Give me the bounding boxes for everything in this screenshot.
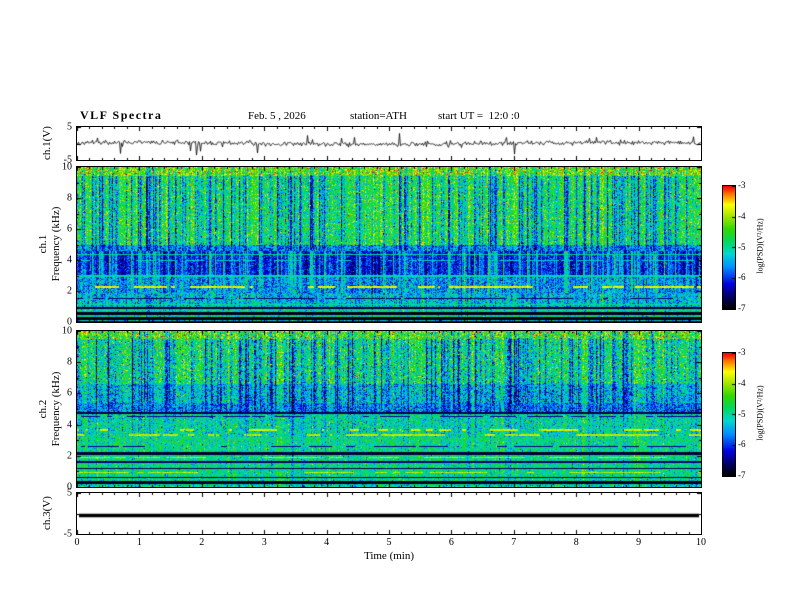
colorbar-ch1-canvas	[723, 186, 735, 309]
colorbar-tick-label: -7	[738, 303, 746, 313]
y-tick-label: 5	[67, 121, 72, 133]
x-tick-label: 4	[324, 537, 330, 548]
y-tick-label: 4	[67, 419, 72, 431]
colorbar-ch2-canvas	[723, 353, 735, 476]
colorbar-tick-label: -5	[738, 408, 746, 419]
header-station: station=ATH	[350, 110, 407, 122]
x-tick-label: 2	[199, 537, 205, 548]
ch1-waveform-canvas	[77, 127, 701, 160]
time-axis-label: Time (min)	[363, 550, 415, 562]
ch1-waveform-ylabel: ch.1(V)	[41, 126, 53, 160]
colorbar-ch1-label: log(PSD)(V²/Hz)	[755, 218, 765, 274]
vlf-spectra-figure: VLF Spectra Feb. 5 , 2026 station=ATH st…	[0, 0, 792, 612]
ch2-channel-label: ch.2	[36, 399, 49, 419]
ch3-waveform-ylabel: ch.3(V)	[41, 496, 53, 530]
y-tick-label: 6	[67, 387, 72, 399]
ch3-waveform-canvas	[77, 493, 701, 534]
x-tick-label: 7	[511, 537, 517, 548]
colorbar-tick-label: -4	[738, 377, 746, 388]
y-tick-label: 10	[62, 325, 72, 337]
y-tick-label: 10	[62, 161, 72, 173]
ch1-spectrogram-panel	[76, 166, 702, 323]
x-tick-label: 6	[448, 537, 454, 548]
y-tick-label: 8	[67, 356, 72, 368]
colorbar-tick-label: -3	[738, 180, 746, 190]
colorbar-ch2-label: log(PSD)(V²/Hz)	[755, 385, 765, 441]
colorbar-tick-label: -3	[738, 347, 746, 357]
colorbar-tick-label: -4	[738, 210, 746, 221]
ch2-spectrogram-canvas	[77, 331, 701, 487]
x-tick-label: 5	[386, 537, 392, 548]
ch2-spectrogram-ylabel: ch.2 Frequency (kHz)	[37, 372, 63, 447]
x-tick-label: 8	[573, 537, 579, 548]
colorbar-ch2	[722, 352, 736, 477]
x-tick-label: 1	[136, 537, 142, 548]
x-tick-label: 10	[696, 537, 706, 548]
y-tick-label: 6	[67, 223, 72, 235]
y-tick-label: 2	[67, 450, 72, 462]
colorbar-tick-label: -7	[738, 470, 746, 480]
ch1-spectrogram-canvas	[77, 167, 701, 322]
y-tick-label: 2	[67, 285, 72, 297]
ch2-spectrogram-panel	[76, 330, 702, 488]
y-tick-label: -5	[63, 528, 72, 540]
header-start-ut: start UT = 12:0 :0	[438, 110, 520, 122]
y-tick-label: 5	[67, 487, 72, 499]
x-tick-label: 9	[636, 537, 642, 548]
figure-title: VLF Spectra	[80, 108, 163, 122]
ch1-channel-label: ch.1	[36, 234, 49, 254]
colorbar-tick-label: -6	[738, 272, 746, 283]
ch2-frequency-axis-label: Frequency (kHz)	[50, 371, 62, 447]
x-tick-label: 0	[74, 537, 80, 548]
ch1-frequency-axis-label: Frequency (kHz)	[50, 206, 62, 282]
ch3-waveform-panel	[76, 492, 702, 535]
y-tick-label: 4	[67, 254, 72, 266]
colorbar-tick-label: -5	[738, 241, 746, 252]
header-date: Feb. 5 , 2026	[248, 110, 306, 122]
ch1-waveform-panel	[76, 126, 702, 161]
colorbar-ch1	[722, 185, 736, 310]
colorbar-tick-label: -6	[738, 439, 746, 450]
x-tick-label: 3	[261, 537, 267, 548]
ch1-spectrogram-ylabel: ch.1 Frequency (kHz)	[37, 207, 63, 282]
y-tick-label: 8	[67, 192, 72, 204]
